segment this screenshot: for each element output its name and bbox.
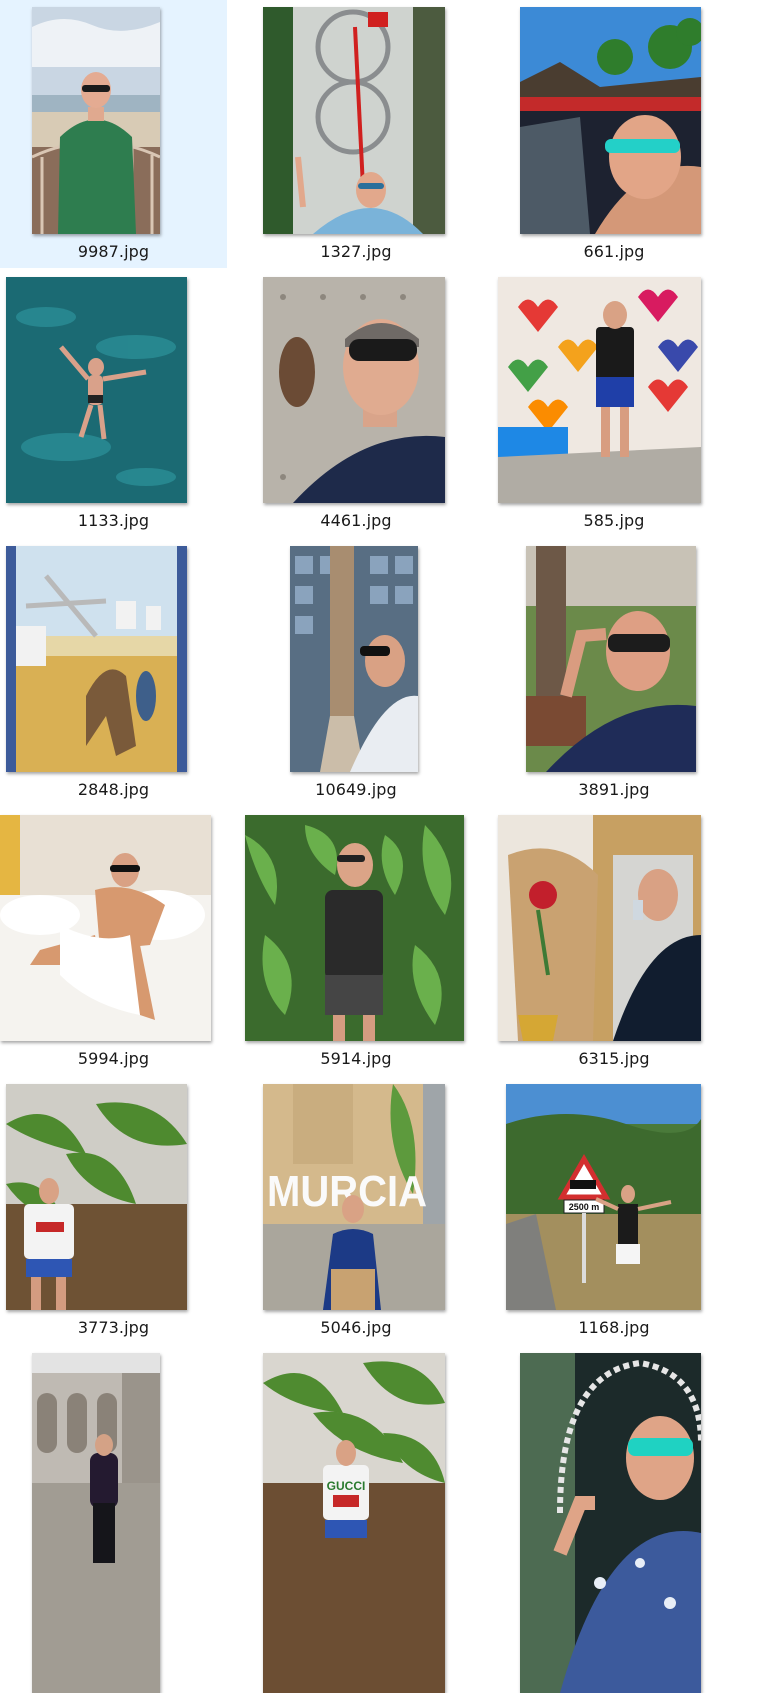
thumbnail-image-1327: [263, 7, 445, 234]
file-name-label: 4461.jpg: [320, 511, 392, 530]
thumbnail-image-661: [520, 7, 701, 234]
thumbnail-image-6315: [498, 815, 701, 1041]
file-tile-6315[interactable]: 6315.jpg: [496, 807, 732, 1075]
file-tile-9987[interactable]: 9987.jpg: [0, 0, 227, 268]
thumbnail-image-1168: 2500 m: [506, 1084, 701, 1310]
file-name-label: 2848.jpg: [77, 780, 150, 799]
file-tile-5046[interactable]: MURCIA 5046.jpg: [248, 1076, 464, 1344]
thumbnail-image-585: [498, 277, 701, 503]
thumbnail-image-3891: [526, 546, 696, 772]
file-tile-1133[interactable]: 1133.jpg: [0, 269, 227, 537]
file-tile-1327[interactable]: 1327.jpg: [248, 0, 464, 268]
thumbnail-image: [32, 1353, 160, 1693]
thumbnail-image: GUCCI: [263, 1353, 445, 1693]
file-tile-3891[interactable]: 3891.jpg: [496, 538, 732, 806]
file-name-label: 9987.jpg: [77, 242, 150, 261]
thumbnail-image-9987: [32, 7, 160, 234]
thumbnail-image-4461: [263, 277, 445, 503]
file-tile[interactable]: [496, 1345, 732, 1693]
thumbnail-image-5046: MURCIA: [263, 1084, 445, 1310]
file-tile-2848[interactable]: 2848.jpg: [0, 538, 227, 806]
file-tile[interactable]: GUCCI: [248, 1345, 464, 1693]
file-name-label: 10649.jpg: [315, 780, 397, 799]
thumbnail-image-5914: [245, 815, 464, 1041]
file-tile-661[interactable]: 661.jpg: [496, 0, 732, 268]
file-name-label: 5994.jpg: [77, 1049, 150, 1068]
file-tile-4461[interactable]: 4461.jpg: [248, 269, 464, 537]
file-tile-3773[interactable]: 3773.jpg: [0, 1076, 227, 1344]
file-tile-5914[interactable]: 5914.jpg: [228, 807, 484, 1075]
thumbnail-image-1133: [6, 277, 187, 503]
file-name-label: 5046.jpg: [320, 1318, 392, 1337]
thumbnail-image-10649: [290, 546, 418, 772]
file-name-label: 1133.jpg: [77, 511, 150, 530]
file-tile[interactable]: [0, 1345, 227, 1693]
file-tile-10649[interactable]: 10649.jpg: [248, 538, 464, 806]
file-name-label: 3891.jpg: [578, 780, 650, 799]
thumbnail-image-3773: [6, 1084, 187, 1310]
file-tile-585[interactable]: 585.jpg: [496, 269, 732, 537]
file-name-label: 6315.jpg: [578, 1049, 650, 1068]
file-name-label: 661.jpg: [583, 242, 645, 261]
file-name-label: 1327.jpg: [320, 242, 392, 261]
road-sign-distance-text: 2500 m: [569, 1202, 600, 1212]
thumbnail-image-5994: [0, 815, 211, 1041]
shirt-print-text: GUCCI: [327, 1479, 366, 1493]
file-tile-1168[interactable]: 2500 m 1168.jpg: [496, 1076, 732, 1344]
file-name-label: 585.jpg: [583, 511, 645, 530]
file-name-label: 5914.jpg: [320, 1049, 392, 1068]
file-tile-5994[interactable]: 5994.jpg: [0, 807, 227, 1075]
file-name-label: 3773.jpg: [77, 1318, 150, 1337]
thumbnail-image-2848: [6, 546, 187, 772]
file-name-label: 1168.jpg: [578, 1318, 650, 1337]
thumbnail-image: [520, 1353, 701, 1693]
